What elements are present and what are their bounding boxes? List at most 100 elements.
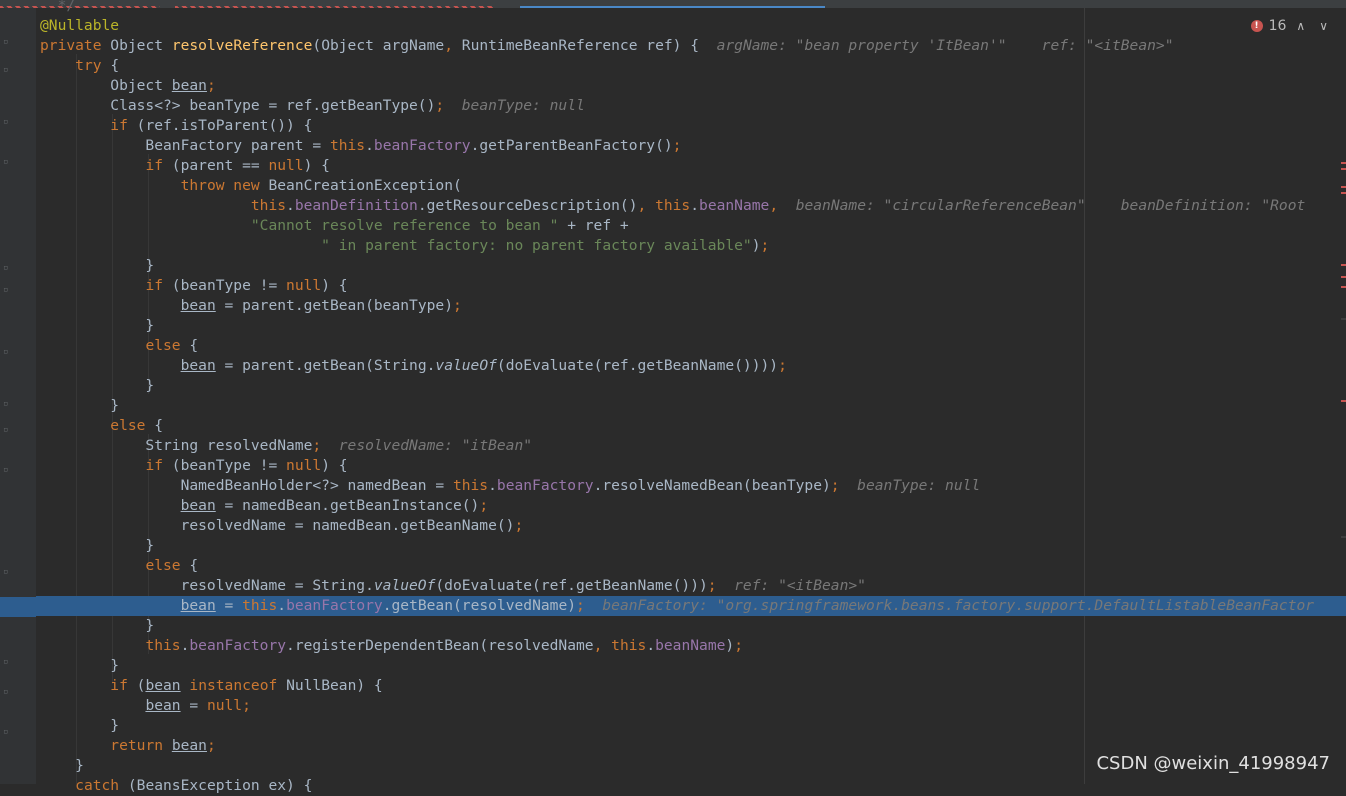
stripe-mark[interactable] [1341, 536, 1346, 538]
code-token: private [40, 37, 111, 54]
code-line[interactable]: Class<?> beanType = ref.getBeanType(); b… [36, 96, 1346, 116]
code-token: . [277, 597, 287, 614]
code-line[interactable]: } [36, 616, 1346, 636]
code-line[interactable]: String resolvedName; resolvedName: "itBe… [36, 436, 1346, 456]
code-token: bean [145, 677, 181, 694]
fold-marker-icon[interactable]: ▫ [3, 158, 8, 167]
code-line[interactable]: } [36, 316, 1346, 336]
fold-marker-icon[interactable]: ▫ [3, 38, 8, 47]
code-token: = parent.getBean(String. [215, 357, 436, 374]
code-token: null [206, 697, 243, 714]
inline-debug-value: resolvedName: "itBean" [338, 437, 533, 454]
code-token: .getParentBeanFactory() [470, 137, 673, 154]
code-line-execution-point[interactable]: bean = this.beanFactory.getBean(resolved… [36, 596, 1346, 616]
code-line[interactable]: BeanFactory parent = this.beanFactory.ge… [36, 136, 1346, 156]
error-stripe-mark[interactable] [1341, 162, 1346, 164]
code-line[interactable]: catch (BeansException ex) { [36, 776, 1346, 796]
code-line[interactable]: this. beanFactory.registerDependentBean(r… [36, 636, 1346, 656]
code-line[interactable]: @Nullable [36, 16, 1346, 36]
fold-marker-icon[interactable]: ▫ [3, 286, 8, 295]
code-line[interactable]: } [36, 656, 1346, 676]
stripe-mark[interactable] [1341, 318, 1346, 320]
fold-marker-icon[interactable]: ▫ [3, 568, 8, 577]
code-line[interactable]: */ [36, 0, 1346, 16]
code-line[interactable]: private Object resolveReference(Object a… [36, 36, 1346, 56]
code-line[interactable]: throw new BeanCreationException( [36, 176, 1346, 196]
code-token: ; [778, 357, 787, 374]
code-line[interactable]: try { [36, 56, 1346, 76]
code-token: } [40, 757, 84, 774]
fold-marker-icon[interactable]: ▫ [3, 688, 8, 697]
code-token: (beanType != [171, 277, 287, 294]
code-line[interactable]: bean = namedBean.getBeanInstance(); [36, 496, 1346, 516]
previous-highlight-button[interactable]: ∧ [1292, 19, 1309, 33]
fold-marker-icon[interactable]: ▫ [3, 658, 8, 667]
fold-marker-icon[interactable]: ▫ [3, 264, 8, 273]
code-token: resolveReference [171, 37, 313, 54]
code-token: bean [171, 737, 207, 754]
error-stripe-mark[interactable] [1341, 192, 1346, 194]
code-line[interactable]: bean = parent.getBean(String.valueOf(doE… [36, 356, 1346, 376]
code-token: instanceof [189, 677, 287, 694]
code-token: this [329, 137, 366, 154]
code-line[interactable]: } [36, 376, 1346, 396]
inline-debug-value: ref: "<itBean>" [734, 577, 866, 594]
error-stripe-mark[interactable] [1341, 286, 1346, 288]
code-line[interactable]: resolvedName = String.valueOf(doEvaluate… [36, 576, 1346, 596]
error-stripe-mark[interactable] [1341, 264, 1346, 266]
code-token: } [40, 617, 155, 634]
editor-gutter[interactable]: ▫▫▫▫▫▫▫▫▫▫▫▫▫▫▫ [0, 8, 36, 784]
code-line[interactable]: this.beanDefinition.getResourceDescripti… [36, 196, 1346, 216]
code-token: .getResourceDescription() [417, 197, 638, 214]
code-line[interactable]: if (parent == null) { [36, 156, 1346, 176]
code-line[interactable]: else { [36, 336, 1346, 356]
code-line[interactable]: if (beanType != null) { [36, 456, 1346, 476]
code-line[interactable]: else { [36, 556, 1346, 576]
code-token: ; [312, 437, 322, 454]
code-token: if [145, 157, 172, 174]
code-token: throw new [180, 177, 269, 194]
fold-marker-icon[interactable]: ▫ [3, 66, 8, 75]
fold-marker-icon[interactable]: ▫ [3, 728, 8, 737]
fold-marker-icon[interactable]: ▫ [3, 426, 8, 435]
code-line[interactable]: bean = null; [36, 696, 1346, 716]
code-line[interactable]: Object bean; [36, 76, 1346, 96]
error-stripe-mark[interactable] [1341, 168, 1346, 170]
code-token: BeanFactory parent = [40, 137, 330, 154]
fold-marker-icon[interactable]: ▫ [3, 348, 8, 357]
code-token: beanFactory [373, 137, 471, 154]
code-editor[interactable]: */ @Nullable private Object resolveReferen… [36, 0, 1346, 794]
code-token: bean [180, 597, 216, 614]
code-token: ; [452, 297, 462, 314]
code-line[interactable]: else { [36, 416, 1346, 436]
code-line[interactable]: if (ref.isToParent()) { [36, 116, 1346, 136]
error-stripe-mark[interactable] [1341, 186, 1346, 188]
code-line[interactable]: } [36, 396, 1346, 416]
next-highlight-button[interactable]: ∨ [1315, 19, 1332, 33]
code-line[interactable]: } [36, 716, 1346, 736]
code-line[interactable]: } [36, 536, 1346, 556]
code-line[interactable]: NamedBeanHolder<?> namedBean = this.bean… [36, 476, 1346, 496]
code-line[interactable]: " in parent factory: no parent factory a… [36, 236, 1346, 256]
fold-marker-icon[interactable]: ▫ [3, 400, 8, 409]
code-token: if [145, 277, 172, 294]
code-line[interactable]: if (beanType != null) { [36, 276, 1346, 296]
code-line[interactable]: if (bean instanceof NullBean) { [36, 676, 1346, 696]
fold-marker-icon[interactable]: ▫ [3, 118, 8, 127]
code-token: catch [75, 777, 128, 794]
code-token: bean [180, 357, 216, 374]
error-stripe-mark[interactable] [1341, 276, 1346, 278]
code-line[interactable]: resolvedName = namedBean.getBeanName(); [36, 516, 1346, 536]
code-line[interactable]: } [36, 256, 1346, 276]
problems-indicator[interactable]: ! 16 ∧ ∨ [1250, 16, 1332, 36]
code-line[interactable]: bean = parent.getBean(beanType); [36, 296, 1346, 316]
code-token: ; [206, 737, 216, 754]
code-line[interactable]: "Cannot resolve reference to bean " + re… [36, 216, 1346, 236]
code-token: { [189, 557, 199, 574]
fold-marker-icon[interactable]: ▫ [3, 466, 8, 475]
error-stripe-mark[interactable] [1341, 400, 1346, 402]
